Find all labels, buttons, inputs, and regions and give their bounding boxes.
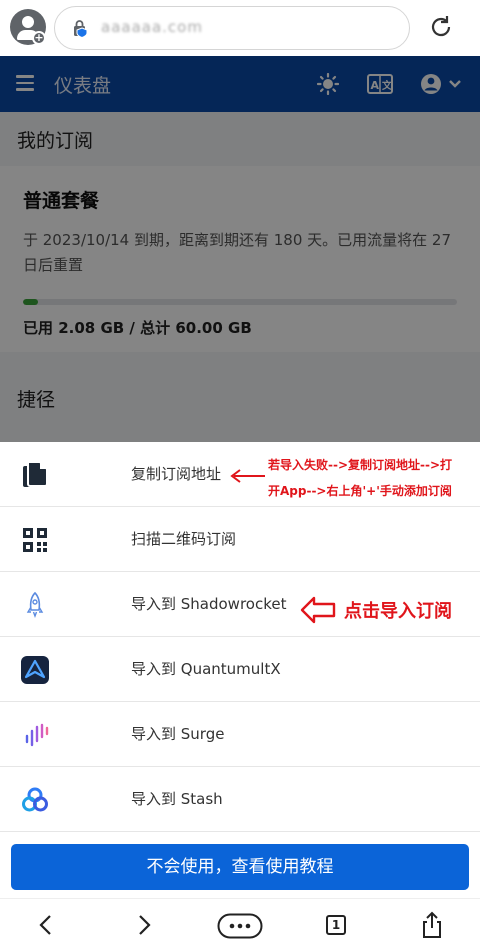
qr-code-icon <box>23 528 47 552</box>
annotation-hollow-arrow-icon <box>300 596 336 624</box>
stash-icon <box>22 787 48 812</box>
more-options-icon[interactable] <box>217 913 263 939</box>
tabs-count-icon[interactable]: 1 <box>326 915 346 935</box>
modal-backdrop[interactable] <box>0 56 480 442</box>
copy-icon <box>23 461 48 487</box>
help-tutorial-button[interactable]: 不会使用，查看使用教程 <box>11 844 469 890</box>
back-icon[interactable] <box>32 911 60 939</box>
browser-bottom-toolbar: 1 <box>0 898 480 950</box>
import-quantumultx-label: 导入到 QuantumultX <box>131 660 281 678</box>
annotation-click-note: 点击导入订阅 <box>344 601 452 622</box>
share-icon[interactable] <box>418 911 446 939</box>
surge-icon <box>25 723 49 747</box>
annotation-copy-note-line2: 开App-->右上角'+'手动添加订阅 <box>268 484 452 498</box>
import-quantumultx-row[interactable]: 导入到 QuantumultX <box>0 637 480 702</box>
url-text: aaaaaa.com <box>101 18 203 36</box>
import-shadowrocket-label: 导入到 Shadowrocket <box>131 595 287 613</box>
forward-icon[interactable] <box>130 911 158 939</box>
scan-qr-label: 扫描二维码订阅 <box>131 530 237 548</box>
browser-top-bar: + aaaaaa.com <box>0 0 480 56</box>
rocket-icon <box>26 591 44 618</box>
import-stash-row[interactable]: 导入到 Stash <box>0 767 480 832</box>
address-bar[interactable]: aaaaaa.com <box>54 6 410 50</box>
profile-avatar-icon[interactable]: + <box>10 9 46 45</box>
import-surge-row[interactable]: 导入到 Surge <box>0 702 480 767</box>
annotation-copy-note-line1: 若导入失败-->复制订阅地址-->打 <box>268 458 453 472</box>
reload-icon[interactable] <box>428 14 454 40</box>
copy-subscription-label: 复制订阅地址 <box>131 465 222 483</box>
annotation-arrow-left-icon <box>230 469 265 483</box>
import-stash-label: 导入到 Stash <box>131 790 223 808</box>
site-lock-icon <box>74 20 88 37</box>
import-options-sheet: 复制订阅地址 扫描二维码订阅 导入到 Shadowrocket 导入到 Quan… <box>0 442 480 949</box>
import-surge-label: 导入到 Surge <box>131 725 225 743</box>
scan-qr-row[interactable]: 扫描二维码订阅 <box>0 507 480 572</box>
quantumultx-icon <box>21 656 49 684</box>
